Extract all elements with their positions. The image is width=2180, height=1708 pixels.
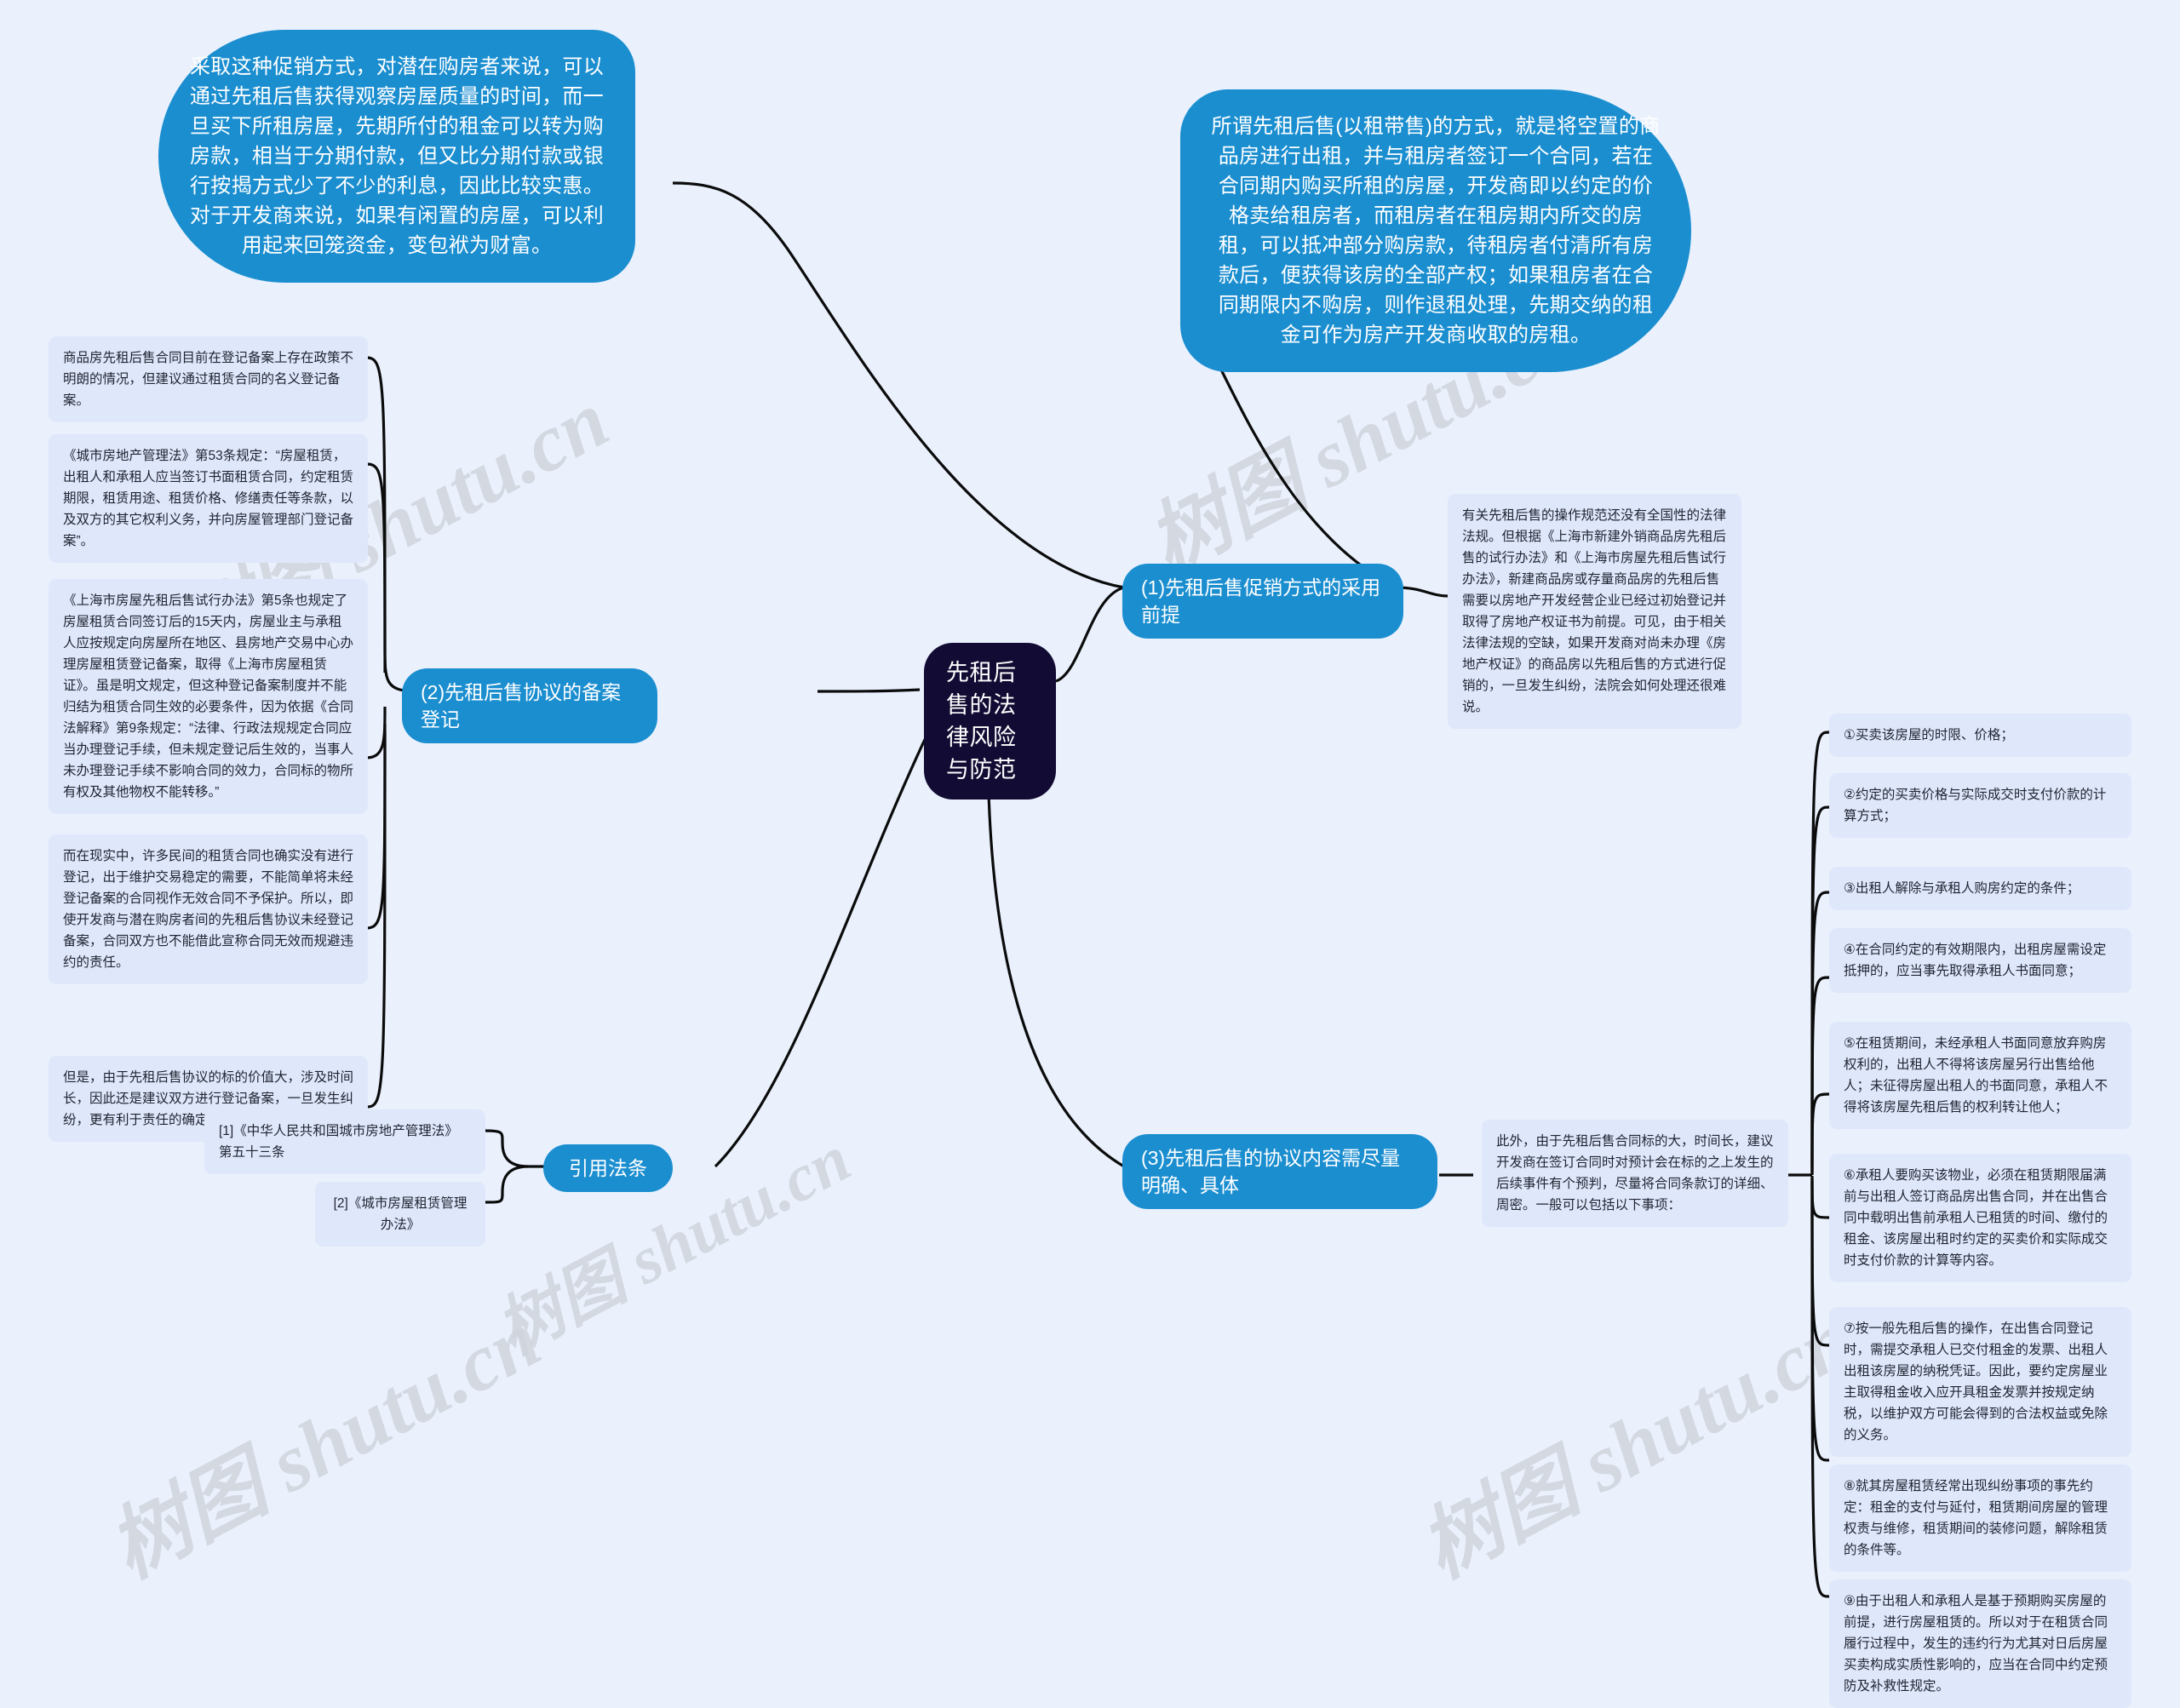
filing-note-4[interactable]: 而在现实中，许多民间的租赁合同也确实没有进行登记，出于维护交易稳定的需要，不能简… <box>49 834 368 984</box>
agreement-item-5-text: ⑤在租赁期间，未经承租人书面同意放弃购房权利的，出租人不得将该房屋另行出售给他人… <box>1844 1036 2108 1115</box>
agreement-intro-text: 此外，由于先租后售合同标的大，时间长，建议开发商在签订合同时对预计会在标的之上发… <box>1496 1134 1774 1212</box>
filing-note-1-text: 商品房先租后售合同目前在登记备案上存在政策不明朗的情况，但建议通过租赁合同的名义… <box>63 351 354 408</box>
branch-2-filing[interactable]: (2)先租后售协议的备案登记 <box>402 668 657 743</box>
branch-3-agreement-content[interactable]: (3)先租后售的协议内容需尽量明确、具体 <box>1122 1134 1437 1209</box>
agreement-item-2-text: ②约定的买卖价格与实际成交时支付价款的计算方式； <box>1844 788 2107 823</box>
filing-note-1[interactable]: 商品房先租后售合同目前在登记备案上存在政策不明朗的情况，但建议通过租赁合同的名义… <box>49 336 368 422</box>
bubble-promotion-text: 采取这种促销方式，对潜在购房者来说，可以通过先租后售获得观察房屋质量的时间，而一… <box>190 55 604 257</box>
branch-2-label: (2)先租后售协议的备案登记 <box>421 681 622 731</box>
agreement-item-1[interactable]: ①买卖该房屋的时限、价格； <box>1829 714 2131 757</box>
agreement-item-7[interactable]: ⑦按一般先租后售的操作，在出售合同登记时，需提交承租人已交付租金的发票、出租人出… <box>1829 1307 2131 1457</box>
filing-note-3-text: 《上海市房屋先租后售试行办法》第5条也规定了房屋租赁合同签订后的15天内，房屋业… <box>63 593 354 800</box>
agreement-item-1-text: ①买卖该房屋的时限、价格； <box>1844 728 2014 742</box>
filing-note-2-text: 《城市房地产管理法》第53条规定：“房屋租赁，出租人和承租人应当签订书面租赁合同… <box>63 449 354 548</box>
root-node[interactable]: 先租后售的法律风险与防范 <box>924 643 1056 800</box>
law-reference-2[interactable]: [2]《城市房屋租赁管理办法》 <box>315 1182 485 1247</box>
agreement-item-8[interactable]: ⑧就其房屋租赁经常出现纠纷事项的事先约定：租金的支付与延付，租赁期间房屋的管理权… <box>1829 1464 2131 1572</box>
premise-note[interactable]: 有关先租后售的操作规范还没有全国性的法律法规。但根据《上海市新建外销商品房先租后… <box>1448 494 1741 729</box>
root-label: 先租后售的法律风险与防范 <box>946 660 1017 782</box>
filing-note-4-text: 而在现实中，许多民间的租赁合同也确实没有进行登记，出于维护交易稳定的需要，不能简… <box>63 849 354 970</box>
branch-1-label: (1)先租后售促销方式的采用前提 <box>1141 576 1381 626</box>
filing-note-2[interactable]: 《城市房地产管理法》第53条规定：“房屋租赁，出租人和承租人应当签订书面租赁合同… <box>49 434 368 563</box>
agreement-item-4-text: ④在合同约定的有效期限内，出租房屋需设定抵押的，应当事先取得承租人书面同意； <box>1844 943 2107 978</box>
law-reference-1[interactable]: [1]《中华人民共和国城市房地产管理法》 第五十三条 <box>204 1109 485 1174</box>
branch-3-label: (3)先租后售的协议内容需尽量明确、具体 <box>1141 1147 1401 1196</box>
bubble-definition[interactable]: 所谓先租后售(以租带售)的方式，就是将空置的商品房进行出租，并与租房者签订一个合… <box>1180 89 1691 372</box>
agreement-intro[interactable]: 此外，由于先租后售合同标的大，时间长，建议开发商在签订合同时对预计会在标的之上发… <box>1482 1120 1788 1227</box>
agreement-item-2[interactable]: ②约定的买卖价格与实际成交时支付价款的计算方式； <box>1829 773 2131 838</box>
mindmap-canvas: 树图 shutu.cn 树图 shutu.cn 树图 shutu.cn 树图 s… <box>0 0 2180 1708</box>
bubble-promotion-benefits[interactable]: 采取这种促销方式，对潜在购房者来说，可以通过先租后售获得观察房屋质量的时间，而一… <box>158 30 635 283</box>
agreement-item-3-text: ③出租人解除与承租人购房约定的条件； <box>1844 881 2080 896</box>
branch-4-law-references[interactable]: 引用法条 <box>543 1144 673 1192</box>
agreement-item-9[interactable]: ⑨由于出租人和承租人是基于预期购买房屋的前提，进行房屋租赁的。所以对于在租赁合同… <box>1829 1579 2131 1708</box>
agreement-item-6-text: ⑥承租人要购买该物业，必须在租赁期限届满前与出租人签订商品房出售合同，并在出售合… <box>1844 1168 2108 1268</box>
agreement-item-5[interactable]: ⑤在租赁期间，未经承租人书面同意放弃购房权利的，出租人不得将该房屋另行出售给他人… <box>1829 1022 2131 1129</box>
agreement-item-7-text: ⑦按一般先租后售的操作，在出售合同登记时，需提交承租人已交付租金的发票、出租人出… <box>1844 1321 2108 1442</box>
agreement-item-4[interactable]: ④在合同约定的有效期限内，出租房屋需设定抵押的，应当事先取得承租人书面同意； <box>1829 928 2131 993</box>
agreement-item-6[interactable]: ⑥承租人要购买该物业，必须在租赁期限届满前与出租人签订商品房出售合同，并在出售合… <box>1829 1154 2131 1282</box>
filing-note-3[interactable]: 《上海市房屋先租后售试行办法》第5条也规定了房屋租赁合同签订后的15天内，房屋业… <box>49 579 368 814</box>
branch-4-label: 引用法条 <box>569 1157 647 1179</box>
agreement-item-8-text: ⑧就其房屋租赁经常出现纠纷事项的事先约定：租金的支付与延付，租赁期间房屋的管理权… <box>1844 1479 2108 1557</box>
premise-note-text: 有关先租后售的操作规范还没有全国性的法律法规。但根据《上海市新建外销商品房先租后… <box>1462 508 1727 714</box>
branch-1-premise[interactable]: (1)先租后售促销方式的采用前提 <box>1122 564 1403 639</box>
law-reference-2-text: [2]《城市房屋租赁管理办法》 <box>333 1196 468 1232</box>
bubble-definition-text: 所谓先租后售(以租带售)的方式，就是将空置的商品房进行出租，并与租房者签订一个合… <box>1211 115 1661 347</box>
agreement-item-3[interactable]: ③出租人解除与承租人购房约定的条件； <box>1829 867 2131 910</box>
agreement-item-9-text: ⑨由于出租人和承租人是基于预期购买房屋的前提，进行房屋租赁的。所以对于在租赁合同… <box>1844 1594 2108 1694</box>
law-reference-1-text: [1]《中华人民共和国城市房地产管理法》 第五十三条 <box>219 1124 458 1160</box>
